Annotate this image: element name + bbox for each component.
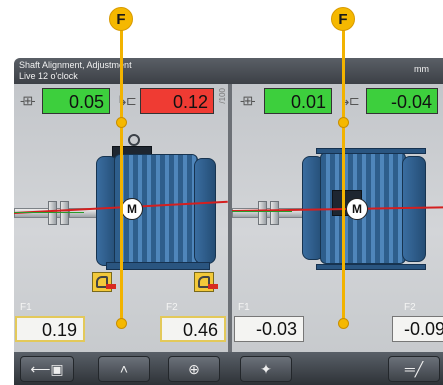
callout-line-right (342, 28, 345, 324)
vertical-offset-value: 0.05 (42, 88, 110, 114)
foot2-value[interactable]: -0.09 (392, 316, 443, 342)
window-subtitle: Live 12 o'clock (19, 71, 78, 81)
lifting-eye (128, 134, 140, 146)
foot2-label: F2 (404, 302, 416, 313)
foot2-value[interactable]: 0.46 (160, 316, 226, 342)
coupling-right (60, 201, 69, 225)
title-bar: Shaft Alignment, Adjustment Live 12 o'cl… (14, 58, 443, 84)
scale-label: /100 (218, 88, 227, 104)
double-chevron-up-icon: ˄ (119, 361, 129, 377)
vertical-angle-value: 0.12 (140, 88, 214, 114)
add-measurement-button[interactable]: ⊕ (168, 356, 220, 382)
reference-line (14, 212, 84, 213)
motor-base-bottom (316, 264, 426, 270)
machine-shaft-button[interactable]: ⟵▣ (20, 356, 74, 382)
machine-shaft-icon: ⟵▣ (30, 360, 64, 377)
callout-line-left (120, 28, 123, 324)
device-screen: Shaft Alignment, Adjustment Live 12 o'cl… (14, 58, 443, 385)
motor-label: M (346, 198, 368, 220)
horizontal-offset-icon: -⊞- (240, 93, 256, 108)
callout-dot-right-bottom (338, 318, 349, 329)
horizontal-offset-value: 0.01 (264, 88, 332, 114)
foot1-value[interactable]: 0.19 (15, 316, 85, 342)
foot1-label: F1 (20, 302, 32, 313)
vertical-offset-icon: -⊞- (20, 93, 36, 108)
move-directions-icon: ✦ (260, 360, 272, 377)
motor-base-top (316, 148, 426, 154)
callout-dot-right-top (338, 117, 349, 128)
move-directions-button[interactable]: ✦ (240, 356, 292, 382)
window-title: Shaft Alignment, Adjustment (19, 60, 132, 70)
shim-adjust-button[interactable]: ═╱ (388, 356, 440, 382)
foot2-shim-icon[interactable] (194, 272, 218, 292)
coupling-left (48, 201, 57, 225)
motor-rear-end (402, 156, 426, 262)
callout-dot-left-top (116, 117, 127, 128)
unit-label: mm (414, 64, 429, 74)
callout-badge-right: F (331, 7, 355, 31)
foot1-value[interactable]: -0.03 (234, 316, 304, 342)
shim-adjust-icon: ═╱ (404, 360, 424, 377)
scroll-up-button[interactable]: ˄ (98, 356, 150, 382)
reference-line (232, 211, 292, 212)
add-measurement-icon: ⊕ (188, 360, 200, 377)
horizontal-angle-value: -0.04 (366, 88, 438, 114)
motor-label: M (121, 198, 143, 220)
stage: Shaft Alignment, Adjustment Live 12 o'cl… (0, 0, 443, 385)
foot2-label: F2 (166, 302, 178, 313)
bottom-toolbar: ⟵▣ ˄ ⊕ ✦ ═╱ (14, 352, 443, 385)
motor-rear-end (194, 158, 216, 264)
callout-badge-left: F (109, 7, 133, 31)
callout-dot-left-bottom (116, 318, 127, 329)
foot1-label: F1 (238, 302, 250, 313)
coupling-left (258, 201, 267, 225)
foot1-shim-icon[interactable] (92, 272, 116, 292)
